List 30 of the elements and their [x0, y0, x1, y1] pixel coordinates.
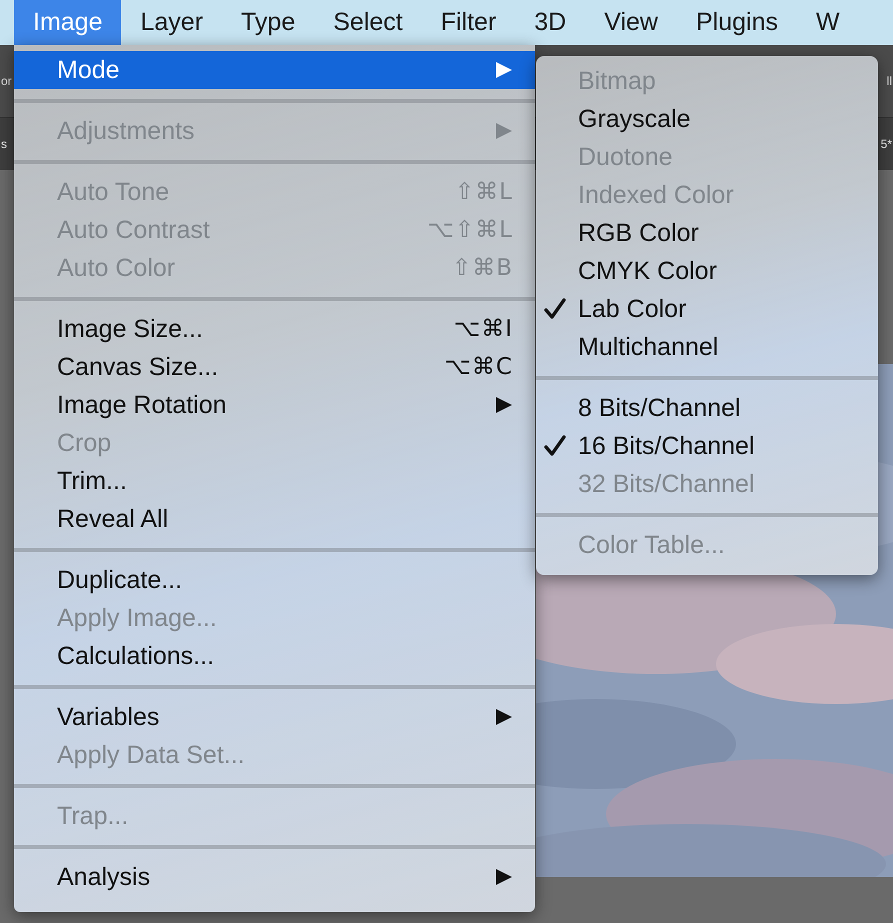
menu-item[interactable]: 16 Bits/Channel: [536, 427, 878, 465]
menu-item[interactable]: Image Size... ⌥⌘I: [14, 310, 535, 348]
options-text: or: [0, 74, 13, 88]
menu-item[interactable]: Lab Color: [536, 290, 878, 328]
menu-item[interactable]: Mode: [14, 51, 535, 89]
menu-item[interactable]: CMYK Color: [536, 252, 878, 290]
document-tab-title: 5*: [880, 137, 893, 151]
menu-item[interactable]: Variables: [14, 698, 535, 736]
menu-item[interactable]: Canvas Size... ⌥⌘C: [14, 348, 535, 386]
menu-bar-item[interactable]: Image: [14, 0, 122, 45]
menu-bar-item[interactable]: Plugins: [677, 0, 797, 45]
menu-bar-item[interactable]: W: [797, 0, 859, 45]
document-tab-title: s: [0, 137, 8, 151]
menu-bar-item[interactable]: Filter: [422, 0, 516, 45]
menu-bar-item[interactable]: Layer: [121, 0, 222, 45]
menu-item[interactable]: Calculations...: [14, 637, 535, 675]
menu-item[interactable]: Duplicate...: [14, 561, 535, 599]
menu-bar-item[interactable]: Type: [222, 0, 314, 45]
menu-bar-item[interactable]: Select: [314, 0, 422, 45]
menu-item[interactable]: RGB Color: [536, 214, 878, 252]
menu-item[interactable]: Analysis: [14, 858, 535, 896]
menu-item[interactable]: Grayscale: [536, 100, 878, 138]
menu-bar-item[interactable]: 3D: [515, 0, 586, 45]
options-text: ll: [886, 74, 893, 88]
menu-item[interactable]: Image Rotation: [14, 386, 535, 424]
menu-bar-item[interactable]: View: [585, 0, 677, 45]
menu-item[interactable]: Trim...: [14, 462, 535, 500]
menu-item[interactable]: Multichannel: [536, 328, 878, 366]
menu-item[interactable]: 8 Bits/Channel: [536, 389, 878, 427]
menu-item[interactable]: Reveal All: [14, 500, 535, 538]
